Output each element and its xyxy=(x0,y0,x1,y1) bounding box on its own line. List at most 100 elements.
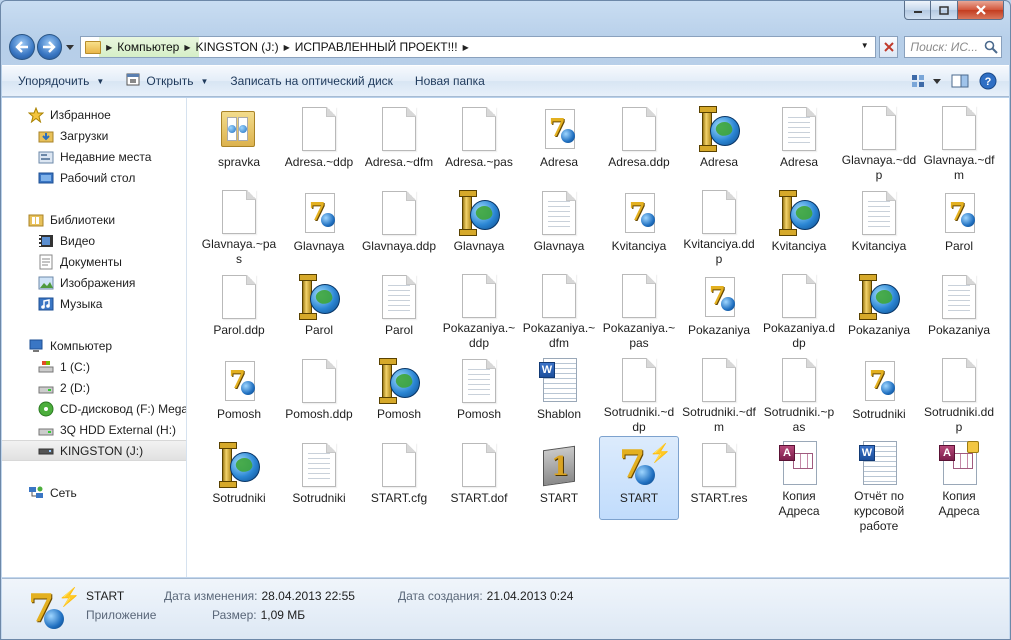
change-view-button[interactable] xyxy=(911,74,941,88)
stop-button[interactable] xyxy=(878,36,899,58)
sidebar-item-drive-d[interactable]: 2 (D:) xyxy=(2,377,186,398)
file-item[interactable]: Adresa.~ddp xyxy=(279,100,359,184)
file-name-label: Pokazaniya.~pas xyxy=(602,321,676,350)
organize-button[interactable]: Упорядочить ▼ xyxy=(18,74,104,88)
address-history-dropdown[interactable]: ▼ xyxy=(861,41,869,50)
file-item[interactable]: Kvitanciya xyxy=(759,184,839,268)
sidebar-item-documents[interactable]: Документы xyxy=(2,251,186,272)
file-item[interactable]: 7 Pomosh xyxy=(199,352,279,436)
file-item[interactable]: 7 Pokazaniya xyxy=(679,268,759,352)
file-item[interactable]: START.res xyxy=(679,436,759,520)
file-item[interactable]: Glavnaya.~dfm xyxy=(919,100,999,184)
file-item[interactable]: Pomosh xyxy=(359,352,439,436)
forward-button[interactable] xyxy=(36,34,63,60)
sidebar-item-video[interactable]: Видео xyxy=(2,230,186,251)
file-item[interactable]: Pomosh.ddp xyxy=(279,352,359,436)
desktop-icon xyxy=(38,170,54,186)
sidebar-network[interactable]: Сеть xyxy=(2,482,186,503)
new-folder-button[interactable]: Новая папка xyxy=(415,74,485,88)
file-item[interactable]: START.cfg xyxy=(359,436,439,520)
file-item[interactable]: Sotrudniki.~dfm xyxy=(679,352,759,436)
file-item[interactable]: A Копия Адреса xyxy=(759,436,839,520)
file-item[interactable]: Adresa.~dfm xyxy=(359,100,439,184)
file-item[interactable]: 1 START xyxy=(519,436,599,520)
chevron-right-icon[interactable]: ▶ xyxy=(463,43,469,52)
file-item[interactable]: Pomosh xyxy=(439,352,519,436)
file-item[interactable]: W Отчёт по курсовой работе xyxy=(839,436,919,533)
help-button[interactable]: ? xyxy=(979,72,997,90)
file-item[interactable]: Adresa xyxy=(679,100,759,184)
search-input[interactable]: Поиск: ИС... xyxy=(904,36,1002,58)
file-item[interactable]: A Копия Адреса xyxy=(919,436,999,520)
sidebar-libraries[interactable]: Библиотеки xyxy=(2,209,186,230)
arrow-left-icon xyxy=(15,41,28,53)
file-item[interactable]: 7 Sotrudniki xyxy=(839,352,919,436)
sidebar-favorites[interactable]: Избранное xyxy=(2,104,186,125)
search-icon[interactable] xyxy=(984,40,998,54)
sidebar-item-recent-places[interactable]: Недавние места xyxy=(2,146,186,167)
file-item[interactable]: Parol xyxy=(279,268,359,352)
access-doc-icon: A xyxy=(775,441,823,487)
file-item[interactable]: Adresa xyxy=(759,100,839,184)
chevron-right-icon[interactable]: ▶ xyxy=(284,43,290,52)
file-item[interactable]: Pokazaniya.~pas xyxy=(599,268,679,352)
sidebar-item-music[interactable]: Музыка xyxy=(2,293,186,314)
maximize-button[interactable] xyxy=(931,1,958,20)
file-item[interactable]: Sotrudniki.ddp xyxy=(919,352,999,436)
file-item[interactable]: Parol xyxy=(359,268,439,352)
file-name-label: Parol xyxy=(384,323,413,337)
recent-pages-dropdown[interactable] xyxy=(64,39,76,55)
minimize-button[interactable] xyxy=(904,1,931,20)
breadcrumb-computer[interactable]: Компьютер xyxy=(117,40,179,54)
file-item[interactable]: Pokazaniya.ddp xyxy=(759,268,839,352)
sidebar-item-drive-c[interactable]: 1 (C:) xyxy=(2,356,186,377)
file-item[interactable]: Glavnaya xyxy=(439,184,519,268)
file-item[interactable]: 7 Kvitanciya xyxy=(599,184,679,268)
file-item[interactable]: 7 Glavnaya xyxy=(279,184,359,268)
file-item[interactable]: Pokazaniya.~ddp xyxy=(439,268,519,352)
file-item[interactable]: Glavnaya xyxy=(519,184,599,268)
sidebar-item-kingston[interactable]: KINGSTON (J:) xyxy=(2,440,186,461)
file-item[interactable]: 7 Parol xyxy=(919,184,999,268)
sidebar-item-external-drive[interactable]: 3Q HDD External (H:) xyxy=(2,419,186,440)
file-item[interactable]: Adresa.~pas xyxy=(439,100,519,184)
back-button[interactable] xyxy=(9,34,35,60)
pictures-icon xyxy=(38,275,54,291)
file-item[interactable]: Adresa.ddp xyxy=(599,100,679,184)
chevron-right-icon[interactable]: ▶ xyxy=(184,43,190,52)
sidebar-computer[interactable]: Компьютер xyxy=(2,335,186,356)
file-item[interactable]: W Shablon xyxy=(519,352,599,436)
burn-disc-button[interactable]: Записать на оптический диск xyxy=(230,74,393,88)
sidebar-item-pictures[interactable]: Изображения xyxy=(2,272,186,293)
sidebar-item-cd-drive[interactable]: CD-дисковод (F:) Mega xyxy=(2,398,186,419)
close-button[interactable] xyxy=(958,1,1004,20)
file-item[interactable]: 7 ⚡ START xyxy=(599,436,679,520)
chevron-right-icon[interactable]: ▶ xyxy=(106,43,112,52)
sidebar-item-downloads[interactable]: Загрузки xyxy=(2,125,186,146)
file-item[interactable]: Pokazaniya.~dfm xyxy=(519,268,599,352)
file-item[interactable]: Glavnaya.ddp xyxy=(359,184,439,268)
file-item[interactable]: Pokazaniya xyxy=(919,268,999,352)
file-item[interactable]: Sotrudniki xyxy=(199,436,279,520)
file-item[interactable]: Kvitanciya.ddp xyxy=(679,184,759,268)
preview-pane-button[interactable] xyxy=(951,74,969,88)
file-item[interactable]: 7 Adresa xyxy=(519,100,599,184)
sidebar-item-desktop[interactable]: Рабочий стол xyxy=(2,167,186,188)
blank-file-icon xyxy=(215,273,263,321)
breadcrumb-project[interactable]: ИСПРАВЛЕННЫЙ ПРОЕКТ!!! xyxy=(295,40,458,54)
file-item[interactable]: Sotrudniki.~pas xyxy=(759,352,839,436)
file-item[interactable]: START.dof xyxy=(439,436,519,520)
breadcrumb-kingston[interactable]: KINGSTON (J:) xyxy=(195,40,278,54)
details-created-label: Дата создания: xyxy=(398,589,483,603)
address-bar[interactable]: ▶ Компьютер ▶ KINGSTON (J:) ▶ ИСПРАВЛЕНН… xyxy=(80,36,876,58)
file-item[interactable]: Sotrudniki.~ddp xyxy=(599,352,679,436)
file-item[interactable]: Glavnaya.~ddp xyxy=(839,100,919,184)
file-item[interactable]: Glavnaya.~pas xyxy=(199,184,279,268)
file-item[interactable]: Sotrudniki xyxy=(279,436,359,520)
open-button[interactable]: Открыть ▼ xyxy=(126,73,208,89)
file-item[interactable]: Kvitanciya xyxy=(839,184,919,268)
file-item[interactable]: spravka xyxy=(199,100,279,184)
delphi-unit-icon: 7 xyxy=(855,357,903,405)
file-item[interactable]: Parol.ddp xyxy=(199,268,279,352)
file-item[interactable]: Pokazaniya xyxy=(839,268,919,352)
